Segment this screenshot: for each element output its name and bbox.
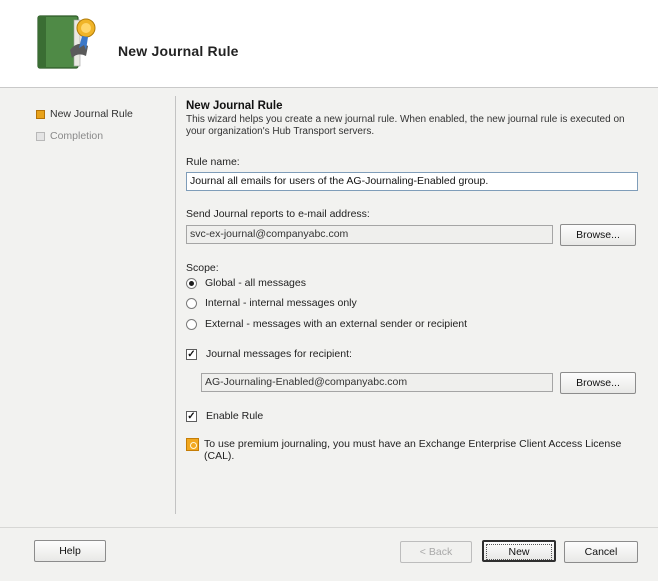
- nav-step-label: New Journal Rule: [50, 108, 133, 120]
- scope-external-radio[interactable]: External - messages with an external sen…: [186, 318, 467, 330]
- send-reports-label: Send Journal reports to e-mail address:: [186, 208, 370, 220]
- content-pane: New Journal Rule This wizard helps you c…: [186, 100, 638, 138]
- premium-journaling-note: To use premium journaling, you must have…: [186, 438, 638, 462]
- nav-step-completion: Completion: [36, 125, 176, 147]
- browse-recipient-button[interactable]: Browse...: [560, 372, 636, 394]
- scope-internal-radio[interactable]: Internal - internal messages only: [186, 297, 357, 309]
- journal-recipient-field: AG-Journaling-Enabled@companyabc.com: [201, 373, 553, 392]
- new-button-label: New: [486, 544, 552, 560]
- radio-unselected-icon: [186, 297, 197, 309]
- vertical-divider: [175, 96, 176, 514]
- inactive-step-icon: [36, 131, 45, 141]
- back-button[interactable]: < Back: [400, 541, 472, 563]
- journal-book-icon: [37, 15, 96, 69]
- radio-label: Internal - internal messages only: [205, 297, 357, 309]
- radio-selected-icon: [186, 277, 197, 289]
- rule-name-input[interactable]: Journal all emails for users of the AG-J…: [186, 172, 638, 191]
- rule-name-label: Rule name:: [186, 156, 240, 168]
- wizard-steps: New Journal Rule Completion: [36, 103, 176, 147]
- new-button[interactable]: New: [482, 540, 556, 562]
- enable-rule-checkbox[interactable]: ✓ Enable Rule: [186, 410, 263, 422]
- journal-recipient-checkbox[interactable]: ✓ Journal messages for recipient:: [186, 348, 352, 360]
- radio-label: Global - all messages: [205, 277, 306, 289]
- scope-label: Scope:: [186, 262, 219, 274]
- footer-divider: [0, 527, 658, 528]
- note-text: To use premium journaling, you must have…: [204, 438, 622, 462]
- cancel-button[interactable]: Cancel: [564, 541, 638, 563]
- nav-step-new-journal-rule[interactable]: New Journal Rule: [36, 103, 176, 125]
- scope-global-radio[interactable]: Global - all messages: [186, 277, 306, 289]
- checkbox-checked-icon: ✓: [186, 410, 197, 422]
- browse-address-button[interactable]: Browse...: [560, 224, 636, 246]
- info-warning-icon: [186, 438, 199, 451]
- wizard-header: New Journal Rule: [0, 0, 658, 88]
- radio-unselected-icon: [186, 318, 197, 330]
- nav-step-label: Completion: [50, 130, 104, 142]
- section-description: This wizard helps you create a new journ…: [186, 114, 625, 137]
- help-button[interactable]: Help: [34, 540, 106, 562]
- journal-address-field: svc-ex-journal@companyabc.com: [186, 225, 553, 244]
- wizard-window: New Journal Rule New Journal Rule Comple…: [0, 0, 658, 581]
- checkbox-label: Enable Rule: [206, 410, 264, 422]
- radio-label: External - messages with an external sen…: [205, 318, 468, 330]
- checkbox-label: Journal messages for recipient:: [206, 348, 352, 360]
- wizard-title: New Journal Rule: [118, 43, 239, 59]
- active-step-icon: [36, 109, 45, 119]
- section-title: New Journal Rule: [186, 100, 283, 112]
- checkbox-checked-icon: ✓: [186, 348, 197, 360]
